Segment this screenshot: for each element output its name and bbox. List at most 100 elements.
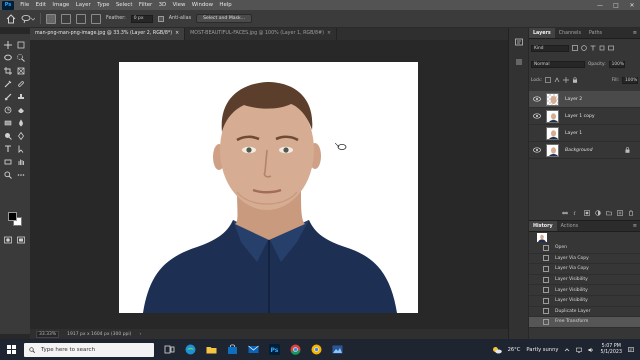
network-icon[interactable] xyxy=(576,347,583,353)
chrome-profile-icon[interactable] xyxy=(311,344,322,355)
move-tool-icon[interactable] xyxy=(4,41,12,49)
history-item[interactable]: Layer Visibility xyxy=(529,285,640,296)
visibility-eye-icon[interactable] xyxy=(533,113,541,119)
edit-toolbar-icon[interactable] xyxy=(17,171,25,179)
subtract-from-selection-icon[interactable] xyxy=(76,13,86,24)
select-and-mask-button[interactable]: Select and Mask... xyxy=(196,14,253,23)
history-item[interactable]: Duplicate Layer xyxy=(529,307,640,318)
healing-brush-tool-icon[interactable] xyxy=(17,80,25,88)
hand-tool-icon[interactable] xyxy=(17,158,25,166)
menu-image[interactable]: Image xyxy=(49,2,72,8)
properties-panel-icon[interactable] xyxy=(515,58,523,66)
menu-file[interactable]: File xyxy=(17,2,32,8)
taskbar-clock[interactable]: 5:07 PM 5/1/2023 xyxy=(600,344,622,356)
tab-close-icon[interactable]: × xyxy=(175,31,179,36)
tab-actions[interactable]: Actions xyxy=(557,221,583,231)
tab-close-icon[interactable]: × xyxy=(327,31,331,36)
new-selection-icon[interactable] xyxy=(46,13,56,24)
layers-panel-menu-icon[interactable]: ≡ xyxy=(630,28,640,38)
brush-tool-icon[interactable] xyxy=(4,93,12,101)
tab-history[interactable]: History xyxy=(529,221,557,231)
minimize-button[interactable]: — xyxy=(592,2,608,9)
tab-channels[interactable]: Channels xyxy=(555,28,585,38)
type-tool-icon[interactable] xyxy=(4,145,12,153)
history-panel-icon[interactable] xyxy=(515,38,523,46)
menu-filter[interactable]: Filter xyxy=(136,2,156,8)
weather-description[interactable]: Partly sunny xyxy=(526,347,558,353)
rectangle-tool-icon[interactable] xyxy=(4,158,12,166)
path-selection-tool-icon[interactable] xyxy=(17,145,25,153)
quick-selection-tool-icon[interactable] xyxy=(17,54,25,62)
filter-smart-object-icon[interactable] xyxy=(608,45,614,51)
screen-mode-icon[interactable] xyxy=(17,236,25,244)
history-item-current[interactable]: Free Transform xyxy=(529,317,640,328)
lasso-tool-icon[interactable] xyxy=(4,54,12,62)
history-item[interactable]: Open xyxy=(529,243,640,254)
zoom-level[interactable]: 33.33% xyxy=(36,330,60,338)
blur-tool-icon[interactable] xyxy=(17,119,25,127)
task-view-icon[interactable] xyxy=(164,344,175,355)
close-button[interactable]: ✕ xyxy=(624,2,640,9)
lasso-tool-preset-icon[interactable] xyxy=(21,14,35,24)
feather-input[interactable]: 0 px xyxy=(130,14,153,23)
tab-paths[interactable]: Paths xyxy=(585,28,606,38)
zoom-tool-icon[interactable] xyxy=(4,171,12,179)
maximize-button[interactable]: □ xyxy=(608,2,624,9)
fill-input[interactable]: 100% xyxy=(622,76,638,84)
crop-tool-icon[interactable] xyxy=(4,67,12,75)
pen-tool-icon[interactable] xyxy=(17,132,25,140)
menu-type[interactable]: Type xyxy=(94,2,113,8)
eyedropper-tool-icon[interactable] xyxy=(4,80,12,88)
mail-icon[interactable] xyxy=(248,344,259,355)
blend-mode-select[interactable]: Normal xyxy=(531,60,585,68)
lock-position-icon[interactable] xyxy=(563,77,570,83)
visibility-eye-icon[interactable] xyxy=(533,96,541,102)
clone-stamp-tool-icon[interactable] xyxy=(17,93,25,101)
status-arrow-icon[interactable]: › xyxy=(139,332,141,337)
history-item[interactable]: Layer Via Copy xyxy=(529,254,640,265)
notifications-icon[interactable] xyxy=(628,346,634,353)
kind-filter-select[interactable]: Kind xyxy=(531,44,569,52)
antialias-checkbox[interactable] xyxy=(157,15,164,22)
visibility-eye-icon[interactable] xyxy=(533,147,541,153)
menu-window[interactable]: Window xyxy=(189,2,217,8)
gradient-tool-icon[interactable] xyxy=(4,119,12,127)
file-explorer-icon[interactable] xyxy=(206,344,217,355)
tab-man-png-image[interactable]: man-png-man-png-image.jpg @ 33.3% (Layer… xyxy=(30,28,186,40)
document-canvas[interactable] xyxy=(119,62,418,313)
filter-type-icon[interactable] xyxy=(590,45,596,51)
delete-layer-icon[interactable] xyxy=(628,209,634,216)
taskbar-search-box[interactable]: Type here to search xyxy=(24,342,154,357)
adjustment-layer-icon[interactable] xyxy=(595,209,601,216)
quick-mask-icon[interactable] xyxy=(4,236,12,244)
history-panel-menu-icon[interactable]: ≡ xyxy=(630,221,640,231)
filter-adjustment-icon[interactable] xyxy=(581,45,587,51)
home-icon[interactable] xyxy=(6,13,16,24)
photoshop-taskbar-icon[interactable]: Ps xyxy=(269,344,280,355)
chrome-icon[interactable] xyxy=(290,344,301,355)
menu-edit[interactable]: Edit xyxy=(32,2,49,8)
filter-shape-icon[interactable] xyxy=(599,45,605,51)
layer-row-layer-2[interactable]: Layer 2 xyxy=(529,91,640,108)
lock-all-icon[interactable] xyxy=(572,77,578,83)
menu-select[interactable]: Select xyxy=(113,2,136,8)
menu-3d[interactable]: 3D xyxy=(155,2,169,8)
history-snapshot[interactable] xyxy=(529,232,640,243)
volume-icon[interactable] xyxy=(588,347,594,353)
history-item[interactable]: Layer Visibility xyxy=(529,296,640,307)
lock-image-icon[interactable] xyxy=(554,77,560,83)
add-to-selection-icon[interactable] xyxy=(61,13,71,24)
frame-tool-icon[interactable] xyxy=(17,67,25,75)
tab-layers[interactable]: Layers xyxy=(529,28,555,38)
menu-layer[interactable]: Layer xyxy=(73,2,94,8)
layer-style-icon[interactable]: f xyxy=(573,210,579,216)
photos-app-icon[interactable] xyxy=(332,344,343,355)
menu-help[interactable]: Help xyxy=(216,2,235,8)
new-layer-icon[interactable] xyxy=(617,209,623,216)
menu-view[interactable]: View xyxy=(169,2,188,8)
layer-row-layer-1[interactable]: Layer 1 xyxy=(529,125,640,142)
foreground-color-swatch[interactable] xyxy=(8,212,17,221)
canvas-area[interactable] xyxy=(30,40,508,329)
history-item[interactable]: Layer Visibility xyxy=(529,275,640,286)
artboard-tool-icon[interactable] xyxy=(17,41,25,49)
